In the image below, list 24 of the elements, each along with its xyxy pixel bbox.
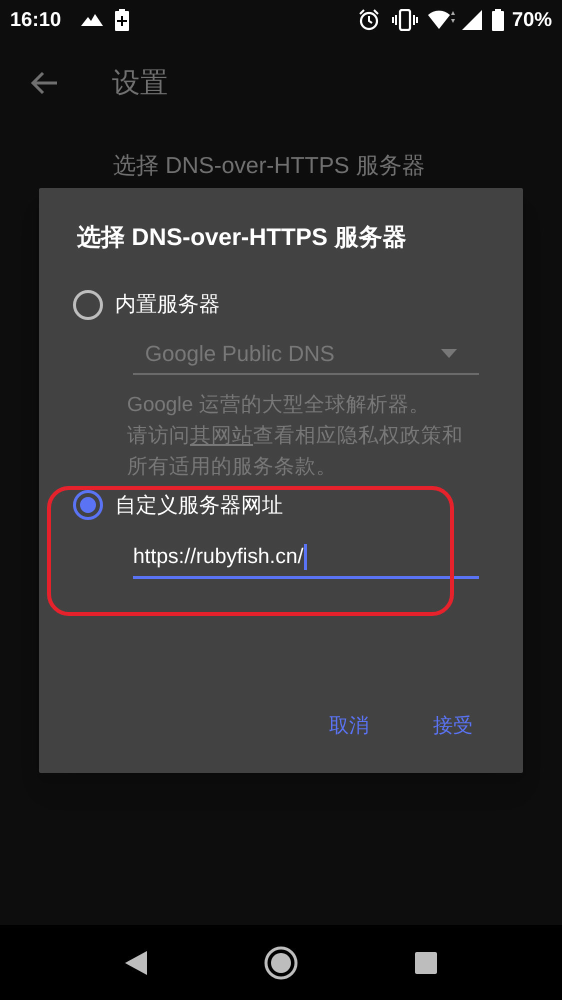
signal-icon <box>462 10 482 30</box>
square-icon <box>415 952 437 974</box>
back-arrow-icon <box>30 70 58 94</box>
radio-button[interactable] <box>73 490 103 520</box>
battery-charging-icon <box>115 9 130 31</box>
battery-percent: 70% <box>512 8 552 33</box>
nav-home-button[interactable] <box>263 944 299 980</box>
wifi-icon <box>428 9 456 31</box>
dropdown-caret-icon <box>441 349 457 358</box>
triangle-icon <box>125 950 147 974</box>
vibrate-icon <box>392 9 418 31</box>
mountain-icon <box>81 14 104 26</box>
settings-item-title: 选择 DNS-over-HTTPS 服务器 <box>113 152 425 178</box>
dialog-title: 选择 DNS-over-HTTPS 服务器 <box>76 223 408 253</box>
dialog-button[interactable]: 取消 <box>325 707 373 745</box>
radio-label: 内置服务器 <box>115 292 220 318</box>
app-bar-title: 设置 <box>112 66 168 100</box>
alarm-icon <box>358 9 380 31</box>
circle-icon <box>264 946 298 980</box>
battery-icon <box>492 9 504 31</box>
radio-label: 自定义服务器网址 <box>115 492 283 518</box>
dialog-button[interactable]: 接受 <box>429 707 477 745</box>
url-input-field[interactable]: https://rubyfish.cn/ <box>133 539 479 579</box>
status-time: 16:10 <box>10 8 62 33</box>
